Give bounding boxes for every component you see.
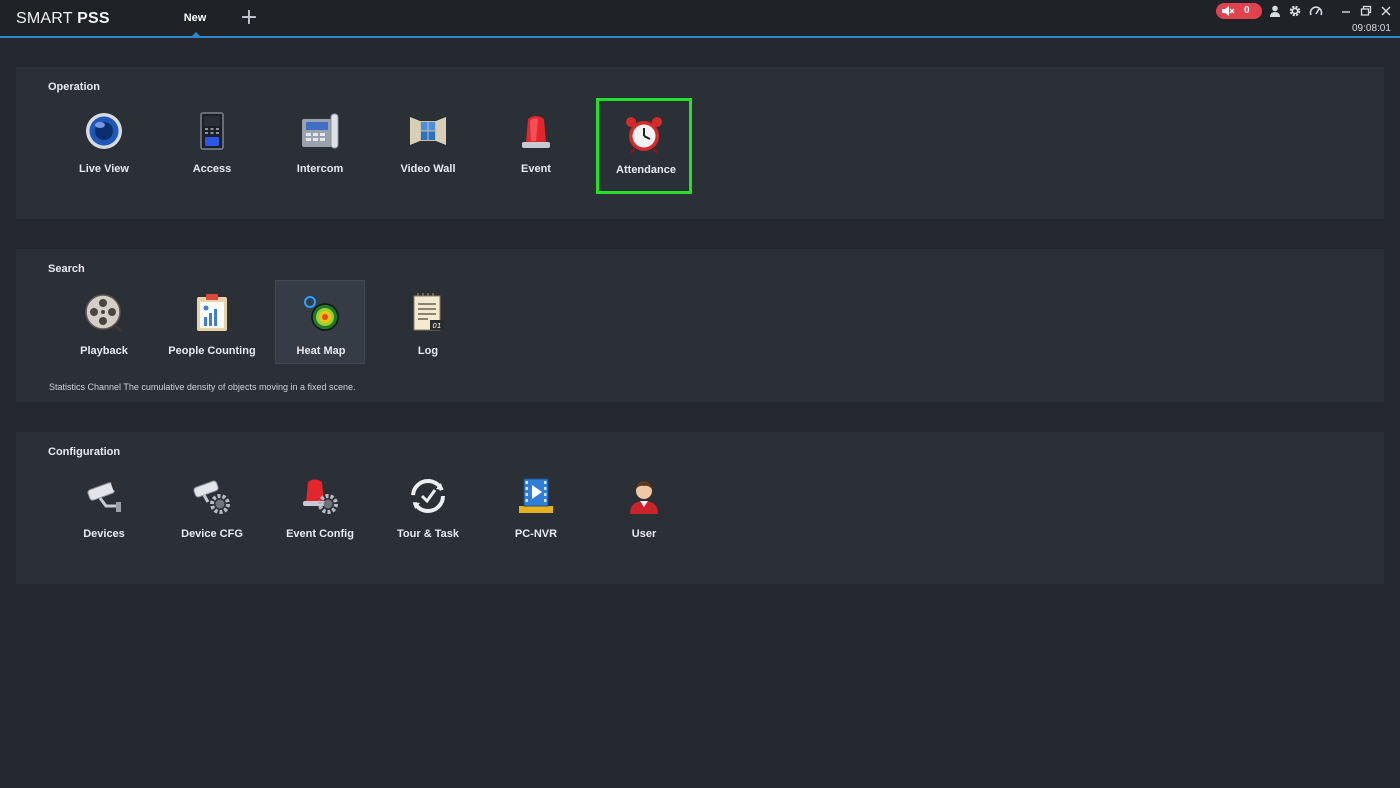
- tile-intercom[interactable]: Intercom: [275, 99, 365, 183]
- operation-title: Operation: [48, 81, 100, 93]
- tile-attendance[interactable]: Attendance: [596, 98, 692, 194]
- log-icon: 01: [413, 293, 444, 331]
- svg-text:01: 01: [433, 322, 442, 330]
- tile-video-wall[interactable]: Video Wall: [383, 99, 473, 183]
- brand-bold: PSS: [77, 10, 110, 27]
- user-account-icon[interactable]: [1268, 4, 1282, 18]
- access-icon: [200, 112, 224, 150]
- tile-label: Log: [417, 345, 439, 357]
- minimize-icon[interactable]: [1339, 4, 1353, 18]
- clock: 09:08:01: [1352, 23, 1391, 34]
- tile-label: Tour & Task: [397, 528, 459, 540]
- tile-log[interactable]: 01 Log: [383, 281, 473, 365]
- tile-label: Devices: [83, 528, 125, 540]
- configuration-panel: Configuration Devices Device CFG Event C…: [16, 432, 1384, 584]
- tile-label: Access: [192, 163, 232, 175]
- tile-label: Live View: [79, 163, 129, 175]
- tour-task-icon: [411, 479, 445, 513]
- heat-map-icon: [304, 296, 339, 331]
- event-icon: [522, 116, 550, 148]
- camera-gear-icon: [193, 480, 230, 514]
- tile-people-counting[interactable]: People Counting: [167, 281, 257, 365]
- tile-pc-nvr[interactable]: PC-NVR: [491, 464, 581, 548]
- tile-label: Video Wall: [400, 163, 456, 175]
- tile-user[interactable]: User: [599, 464, 689, 548]
- search-panel: Search Playback People Counting Heat Map…: [16, 249, 1384, 402]
- tile-label: Intercom: [296, 163, 344, 175]
- tile-access[interactable]: Access: [167, 99, 257, 183]
- restore-icon[interactable]: [1359, 4, 1373, 18]
- gear-icon[interactable]: [1288, 4, 1302, 18]
- tile-devices[interactable]: Devices: [59, 464, 149, 548]
- tab-new[interactable]: New: [168, 0, 222, 36]
- configuration-title: Configuration: [48, 446, 121, 458]
- tile-label: Attendance: [616, 164, 676, 176]
- brand-light: SMART: [16, 10, 78, 27]
- tile-event-config[interactable]: Event Config: [275, 464, 365, 548]
- tile-label: PC-NVR: [514, 528, 558, 540]
- app-logo: SMART PSS: [16, 10, 110, 28]
- tile-label: Event: [521, 163, 551, 175]
- operation-panel: Operation Live View Access Intercom Vide…: [16, 67, 1384, 219]
- intercom-icon: [302, 113, 339, 149]
- tile-label: User: [631, 528, 657, 540]
- people-counting-icon: [197, 294, 227, 331]
- tile-playback[interactable]: Playback: [59, 281, 149, 365]
- tile-device-cfg[interactable]: Device CFG: [167, 464, 257, 548]
- user-icon: [630, 481, 658, 514]
- camera-icon: [87, 481, 121, 512]
- tile-label: Playback: [80, 345, 128, 357]
- tile-live-view[interactable]: Live View: [59, 99, 149, 183]
- tile-label: Device CFG: [181, 528, 243, 540]
- tile-heat-map[interactable]: Heat Map: [275, 280, 365, 364]
- speaker-mute-icon: [1222, 6, 1235, 16]
- tile-tour-task[interactable]: Tour & Task: [383, 464, 473, 548]
- pc-nvr-icon: [519, 478, 553, 513]
- tile-event[interactable]: Event: [491, 99, 581, 183]
- alarm-clock-icon: [626, 117, 662, 154]
- tile-description: Statistics Channel The cumulative densit…: [49, 382, 356, 392]
- live-view-icon: [86, 113, 122, 149]
- film-reel-icon: [85, 294, 122, 333]
- performance-gauge-icon[interactable]: [1309, 4, 1323, 18]
- tile-label: People Counting: [168, 345, 256, 357]
- search-title: Search: [48, 263, 85, 275]
- video-wall-icon: [410, 117, 446, 145]
- title-bar: SMART PSS New + 0 09:08:01: [0, 0, 1400, 38]
- close-icon[interactable]: [1379, 4, 1393, 18]
- tile-label: Heat Map: [296, 345, 346, 357]
- event-gear-icon: [303, 479, 338, 514]
- add-tab-button[interactable]: +: [238, 7, 260, 30]
- tile-label: Event Config: [286, 528, 354, 540]
- alarm-count: 0: [1244, 5, 1250, 16]
- alarm-counter-button[interactable]: 0: [1216, 3, 1262, 19]
